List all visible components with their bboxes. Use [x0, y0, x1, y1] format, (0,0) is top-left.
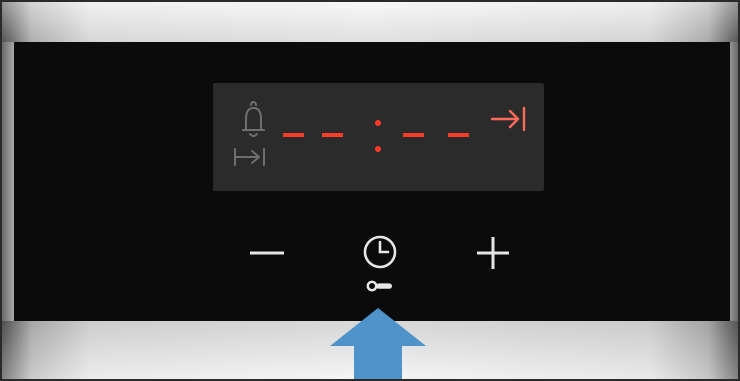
oven-control-panel: --:-- — [0, 0, 740, 381]
key-icon — [366, 280, 392, 292]
plus-icon — [477, 237, 509, 269]
up-arrow-icon — [330, 308, 426, 379]
end-time-icon — [490, 106, 526, 132]
duration-icon — [234, 148, 265, 166]
left-panel-edge — [2, 42, 14, 321]
plus-button[interactable] — [475, 235, 511, 271]
minus-icon — [250, 251, 284, 255]
minus-button[interactable] — [248, 238, 286, 268]
clock-button[interactable] — [357, 232, 403, 296]
clock-icon — [363, 235, 397, 269]
bell-icon — [242, 101, 265, 137]
top-steel-trim — [2, 2, 738, 42]
timer-display: --:-- — [213, 83, 544, 191]
time-digits — [283, 120, 469, 152]
